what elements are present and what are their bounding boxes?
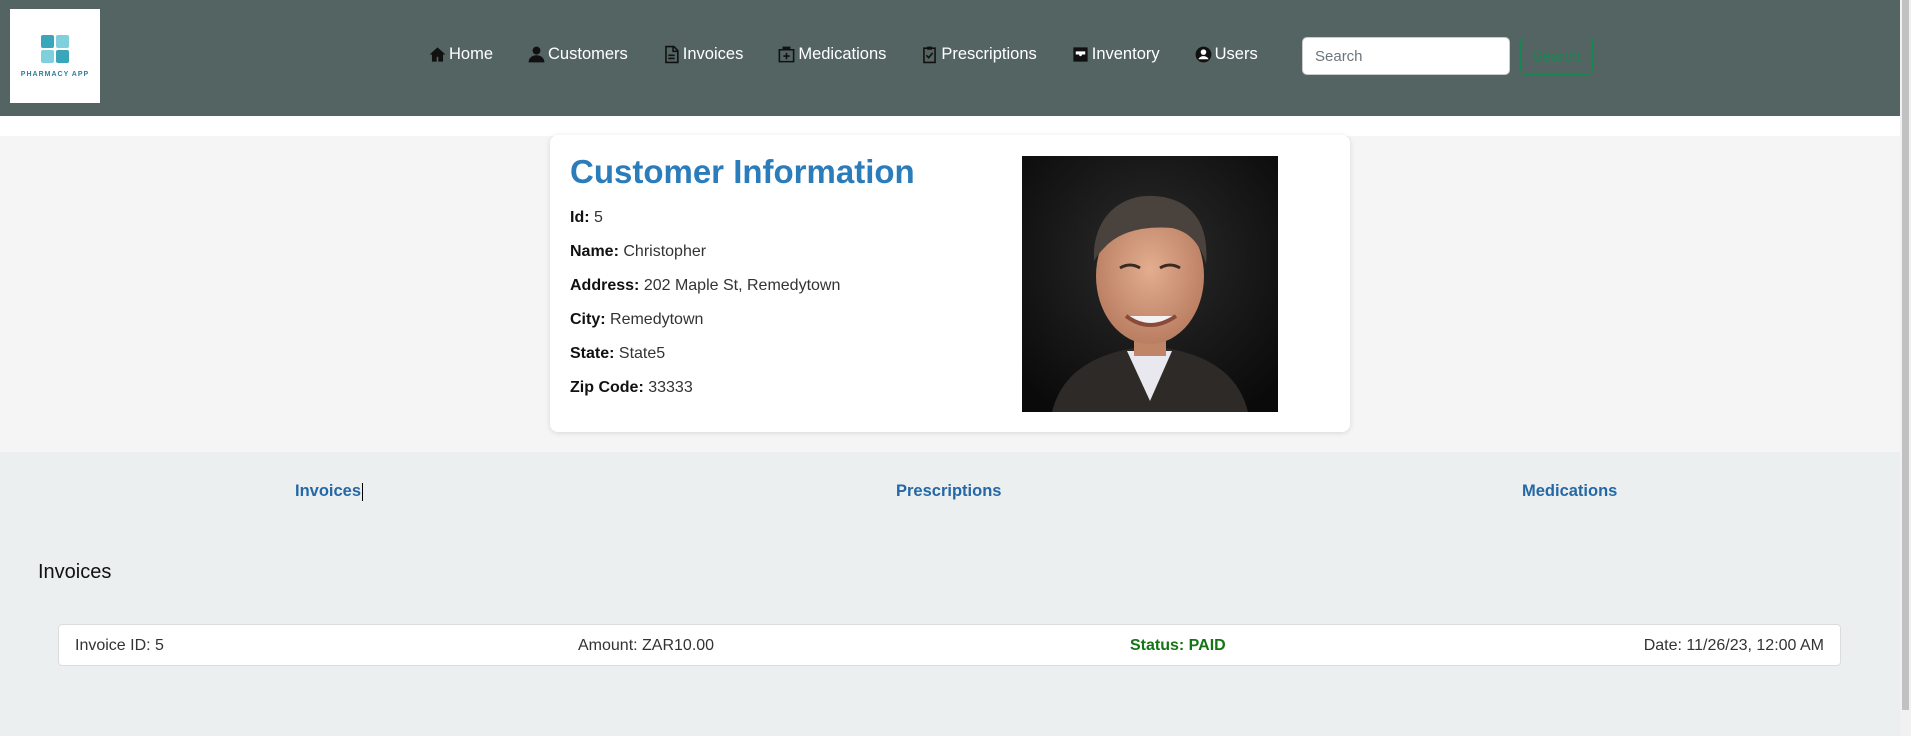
nav-item-label: Home [449,44,494,63]
home-icon [429,46,446,62]
pharmacy-app-logo[interactable]: PHARMACY APP [10,9,100,103]
search-button[interactable]: Search [1520,37,1593,75]
customer-id-row: Id: 5 [570,209,603,227]
search-input[interactable] [1302,37,1510,75]
user-icon [528,46,545,62]
nav-item-prescriptions[interactable]: Prescriptions [920,44,1037,64]
header-spacer [0,116,1900,136]
nav-item-inventory[interactable]: Inventory [1071,45,1160,64]
page-scrollbar[interactable] [1900,0,1911,736]
inbox-icon [1073,46,1088,62]
invoice-id: Invoice ID: 5 [75,637,164,654]
logo-mark-icon [41,34,69,63]
field-label: Name: [570,243,619,260]
document-icon [664,45,679,63]
nav-item-medications[interactable]: Medications [777,45,886,64]
medkit-icon [778,46,795,62]
tab-medications[interactable]: Medications [1522,482,1617,501]
field-label: Id: [570,209,590,226]
logo-text: PHARMACY APP [20,70,90,78]
nav-item-label: Inventory [1091,44,1160,63]
customer-photo [1022,156,1278,412]
nav-item-label: Users [1214,44,1258,63]
nav-item-users[interactable]: Users [1194,45,1258,64]
customer-city-row: City: Remedytown [570,311,703,329]
nav-item-home[interactable]: Home [428,45,493,64]
nav-item-customers[interactable]: Customers [527,45,628,64]
customer-address-row: Address: 202 Maple St, Remedytown [570,277,840,295]
nav-item-invoices[interactable]: Invoices [662,44,744,64]
field-value: Remedytown [610,311,704,328]
text-cursor [362,482,364,501]
customer-state-row: State: State5 [570,345,665,363]
invoices-heading: Invoices [38,561,112,583]
nav-item-label: Invoices [682,44,744,63]
field-value: 5 [594,209,603,226]
tab-prescriptions[interactable]: Prescriptions [896,482,1001,501]
field-value: 33333 [648,379,693,396]
field-label: State: [570,345,615,362]
field-value: Christopher [623,243,707,260]
top-navbar: PHARMACY APP Home Customers Invoices Med… [0,0,1900,116]
nav-links: Home Customers Invoices Medications Pres… [428,42,1292,66]
customer-zip-row: Zip Code: 33333 [570,379,693,397]
invoice-date: Date: 11/26/23, 12:00 AM [1643,637,1824,654]
nav-item-label: Customers [548,44,628,63]
field-value: 202 Maple St, Remedytown [643,277,841,294]
customer-name-row: Name: Christopher [570,243,706,261]
nav-item-label: Prescriptions [941,44,1037,63]
field-value: State5 [618,345,666,362]
scrollbar-thumb[interactable] [1902,0,1909,710]
invoice-amount: Amount: ZAR10.00 [578,637,715,654]
tab-invoices[interactable]: Invoices [295,482,364,501]
clipboard-check-icon [923,46,937,63]
field-label: Zip Code: [570,379,644,396]
customer-title: Customer Information [570,153,915,190]
invoice-row[interactable]: Invoice ID: 5 Amount: ZAR10.00 Status: P… [58,624,1841,666]
customer-card: Customer Information Id: 5 Name: Christo… [550,135,1350,432]
invoice-status: Status: PAID [1130,637,1226,654]
tab-label: Invoices [295,482,362,500]
field-label: City: [570,311,606,328]
field-label: Address: [570,277,640,294]
user-circle-icon [1195,46,1212,62]
nav-item-label: Medications [798,44,887,63]
